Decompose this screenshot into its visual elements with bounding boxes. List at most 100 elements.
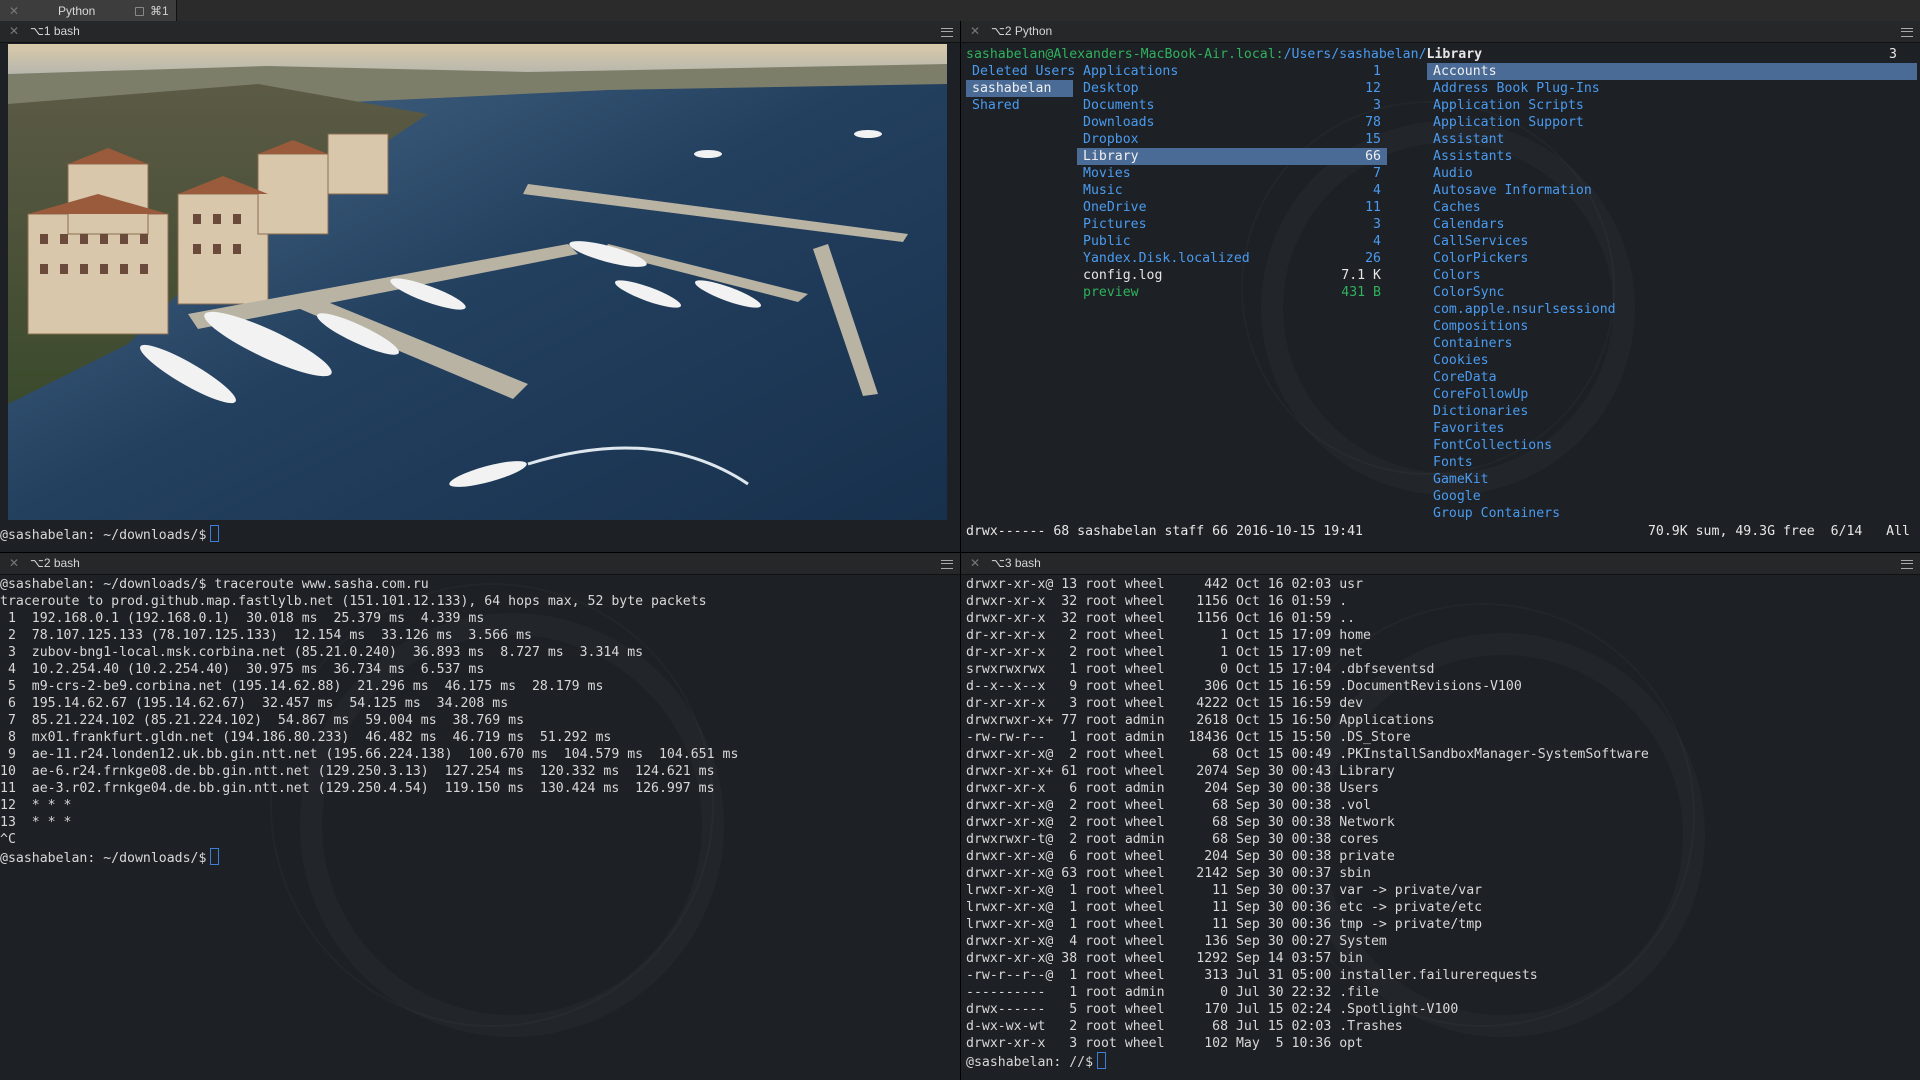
terminal-line: 10 ae-6.r24.frnkge08.de.bb.gin.ntt.net (… — [0, 764, 715, 779]
tab-close-icon[interactable]: ✕ — [9, 4, 19, 18]
ls-row: drwxr-xr-x 3 root wheel 102 May 5 10:36 … — [966, 1035, 1649, 1052]
ranger-current-item[interactable]: Public 4 — [1077, 233, 1387, 250]
pane-menu-icon[interactable] — [1901, 28, 1913, 37]
ranger-preview-item[interactable]: FontCollections — [1427, 437, 1917, 454]
ls-links: 1 — [1061, 985, 1086, 1000]
pane-menu-icon[interactable] — [1901, 560, 1913, 569]
pane-menu-icon[interactable] — [941, 28, 953, 37]
pane-bottom-left[interactable]: ✕ ⌥2 bash @sashabelan: ~/downloads/$ tra… — [0, 553, 960, 1080]
ls-filename: net — [1339, 645, 1364, 660]
ls-filename: private — [1339, 849, 1395, 864]
ranger-preview-item[interactable]: Calendars — [1427, 216, 1917, 233]
ranger-preview-item[interactable]: Caches — [1427, 199, 1917, 216]
ranger-preview-item[interactable]: Application Scripts — [1427, 97, 1917, 114]
ranger-preview-item[interactable]: Cookies — [1427, 352, 1917, 369]
terminal-line: 2 78.107.125.133 (78.107.125.133) 12.154… — [0, 628, 532, 643]
ls-group: wheel — [1124, 764, 1173, 779]
pane-bottom-right[interactable]: ✕ ⌥3 bash drwxr-xr-x@ 13 root wheel 442 … — [961, 553, 1920, 1080]
prompt-line[interactable]: @sashabelan: ~/downloads/$ — [0, 848, 738, 867]
ls-group: wheel — [1124, 900, 1173, 915]
pane-close-icon[interactable]: ✕ — [9, 24, 19, 38]
ranger-current-item[interactable]: Desktop 12 — [1077, 80, 1387, 97]
pane-title: ⌥3 bash — [991, 556, 1041, 570]
ls-size: 11 — [1172, 900, 1236, 915]
ranger-preview-item[interactable]: Dictionaries — [1427, 403, 1917, 420]
ls-perm: -rw-r--r--@ — [966, 968, 1062, 983]
ranger-current-item[interactable]: Yandex.Disk.localized 26 — [1077, 250, 1387, 267]
ranger-preview-item[interactable]: Autosave Information — [1427, 182, 1917, 199]
pane-top-right[interactable]: ✕ ⌥2 Python sashabelan@Alexanders-MacBoo… — [961, 21, 1920, 552]
ls-date: Oct 15 17:04 — [1235, 662, 1340, 677]
ls-size: 11 — [1172, 917, 1236, 932]
ranger-preview-item[interactable]: CoreFollowUp — [1427, 386, 1917, 403]
ranger-current-item[interactable]: Applications 1 — [1077, 63, 1387, 80]
ranger-preview-item[interactable]: Accounts — [1427, 63, 1917, 80]
pane-menu-icon[interactable] — [941, 560, 953, 569]
ls-links: 63 — [1061, 866, 1086, 881]
ls-size: 0 — [1172, 662, 1236, 677]
ranger-current-item[interactable]: preview 431 B — [1077, 284, 1387, 301]
ranger-preview-item[interactable]: Group Containers — [1427, 505, 1917, 522]
ls-perm: dr-xr-xr-x — [966, 645, 1062, 660]
prompt-line[interactable]: @sashabelan: //$ — [966, 1052, 1649, 1071]
ranger-current-item[interactable]: Dropbox 15 — [1077, 131, 1387, 148]
cursor-icon — [210, 848, 220, 865]
ranger-preview-item[interactable]: Application Support — [1427, 114, 1917, 131]
pane-close-icon[interactable]: ✕ — [9, 556, 19, 570]
ls-row: drwxr-xr-x@ 4 root wheel 136 Sep 30 00:2… — [966, 933, 1649, 950]
ls-size: 68 — [1172, 747, 1236, 762]
ranger-current-item[interactable]: config.log 7.1 K — [1077, 267, 1387, 284]
ls-row: lrwxr-xr-x@ 1 root wheel 11 Sep 30 00:36… — [966, 916, 1649, 933]
ls-filename: installer.failurerequests — [1339, 968, 1538, 983]
ranger-current-item[interactable]: OneDrive 11 — [1077, 199, 1387, 216]
ranger-preview-item[interactable]: Containers — [1427, 335, 1917, 352]
ranger-current-item[interactable]: Movies 7 — [1077, 165, 1387, 182]
ranger-current-item[interactable]: Library 66 — [1077, 148, 1387, 165]
ranger-preview-item[interactable]: Audio — [1427, 165, 1917, 182]
ranger-column-preview: Accounts Address Book Plug-Ins Application… — [1427, 63, 1917, 522]
ranger-preview-item[interactable]: Address Book Plug-Ins — [1427, 80, 1917, 97]
prompt-line[interactable]: @sashabelan: ~/downloads/$ — [0, 525, 220, 544]
pane-top-left[interactable]: ✕ ⌥1 bash @sashabelan: ~/downloads/$ — [0, 21, 960, 552]
ls-group: wheel — [1124, 679, 1173, 694]
pane-close-icon[interactable]: ✕ — [970, 24, 980, 38]
ranger-preview-item[interactable]: Assistants — [1427, 148, 1917, 165]
ls-size: 313 — [1172, 968, 1236, 983]
ranger-preview-item[interactable]: ColorPickers — [1427, 250, 1917, 267]
ls-date: Oct 15 17:09 — [1235, 628, 1340, 643]
ranger-preview-item[interactable]: Colors — [1427, 267, 1917, 284]
ranger-preview-item[interactable]: com.apple.nsurlsessiond — [1427, 301, 1917, 318]
ls-perm: drwxr-xr-x@ — [966, 866, 1062, 881]
pane-titlebar: ✕ ⌥1 bash — [0, 21, 960, 43]
ls-size: 442 — [1172, 577, 1236, 592]
ranger-preview-item[interactable]: Assistant — [1427, 131, 1917, 148]
ranger-preview-item[interactable]: CoreData — [1427, 369, 1917, 386]
ls-filename: sbin — [1339, 866, 1371, 881]
ranger-current-item[interactable]: Music 4 — [1077, 182, 1387, 199]
ranger-preview-item[interactable]: Compositions — [1427, 318, 1917, 335]
ls-links: 77 — [1061, 713, 1086, 728]
ranger-current-item[interactable]: Downloads 78 — [1077, 114, 1387, 131]
ranger-preview-item[interactable]: Favorites — [1427, 420, 1917, 437]
pane-close-icon[interactable]: ✕ — [970, 556, 980, 570]
ranger-current-item[interactable]: Pictures 3 — [1077, 216, 1387, 233]
ranger-item-name: Movies — [1083, 166, 1131, 181]
ranger-parent-item[interactable]: sashabelan — [966, 80, 1073, 97]
ranger-item-count: 4 — [1373, 183, 1381, 198]
ls-date: Oct 16 01:59 — [1235, 611, 1340, 626]
ranger-preview-item[interactable]: Fonts — [1427, 454, 1917, 471]
ls-owner: root — [1085, 611, 1125, 626]
ls-date: Sep 30 00:38 — [1235, 832, 1340, 847]
ls-filename: home — [1339, 628, 1371, 643]
ranger-parent-item[interactable]: Shared — [966, 97, 1073, 114]
ranger-preview-item[interactable]: CallServices — [1427, 233, 1917, 250]
ranger-preview-item[interactable]: Google — [1427, 488, 1917, 505]
window-tab-python[interactable]: ✕ Python ⌘1 — [0, 0, 177, 21]
ranger-parent-item[interactable]: Deleted Users — [966, 63, 1075, 80]
terminal-line: 5 m9-crs-2-be9.corbina.net (195.14.62.88… — [0, 679, 604, 694]
ranger-preview-item[interactable]: ColorSync — [1427, 284, 1917, 301]
ls-row: dr-xr-xr-x 2 root wheel 1 Oct 15 17:09 h… — [966, 627, 1649, 644]
ls-size: 306 — [1172, 679, 1236, 694]
ranger-preview-item[interactable]: GameKit — [1427, 471, 1917, 488]
ranger-current-item[interactable]: Documents 3 — [1077, 97, 1387, 114]
